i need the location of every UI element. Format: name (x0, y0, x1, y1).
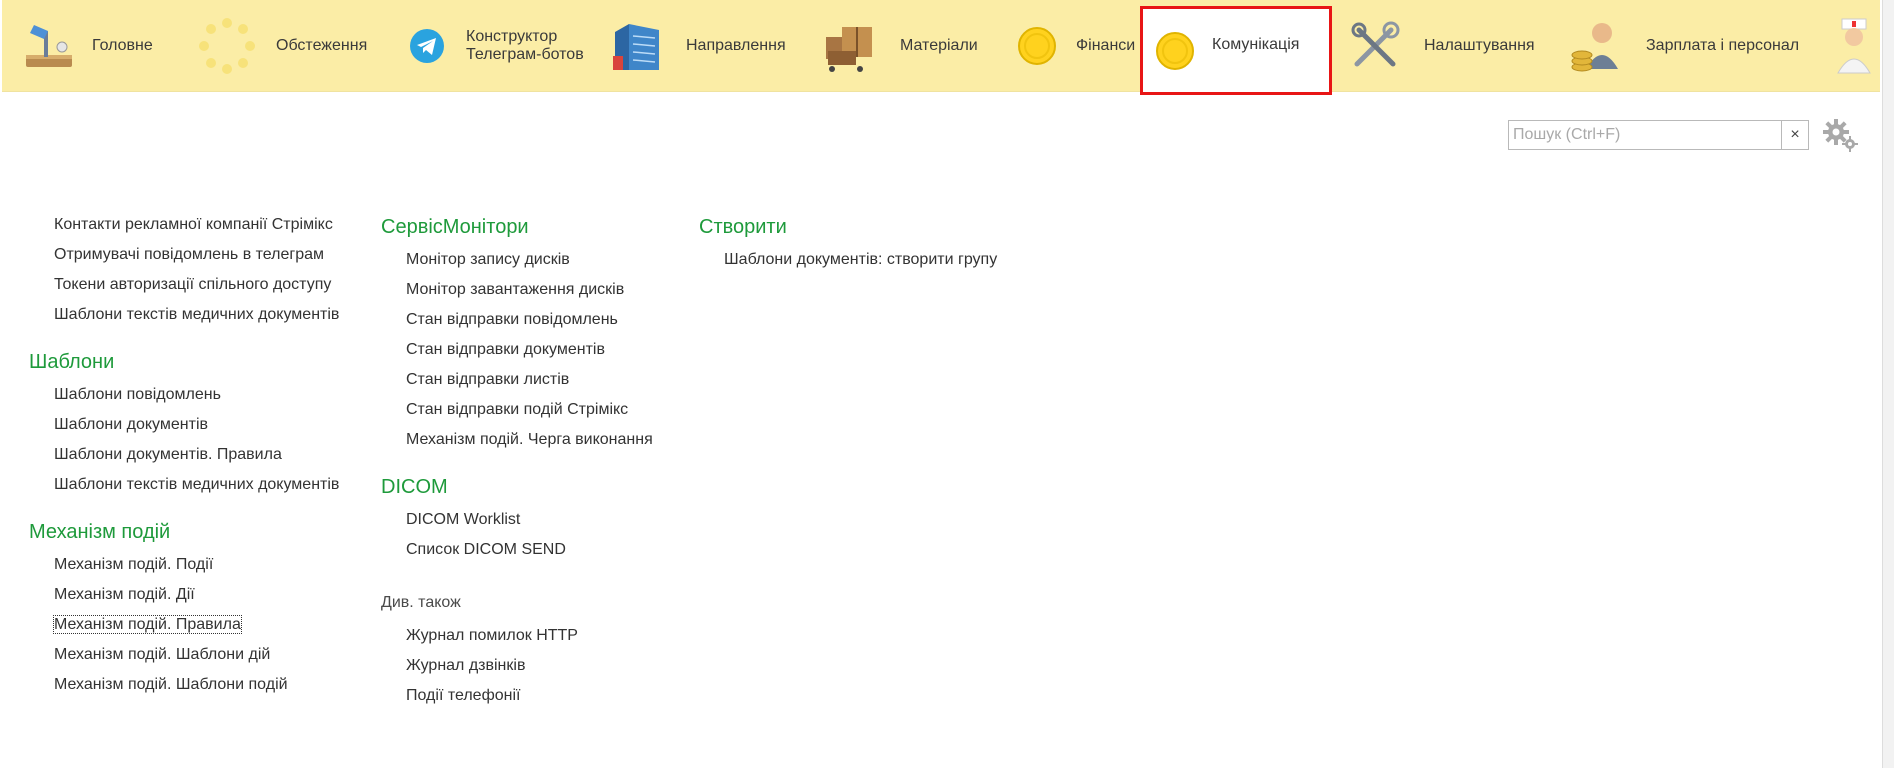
column-1: Контакти рекламної компанії Стрімікс Отр… (29, 210, 339, 700)
group-title-dicom: DICOM (381, 476, 448, 498)
sections-panel: Головне Обстеження Конструктор Телеграм-… (2, 0, 1880, 95)
nav-item-main[interactable]: Головне (20, 0, 153, 92)
link-disk-write-monitor[interactable]: Монітор запису дисків (406, 245, 653, 275)
group-title-event-mechanism: Механізм подій (29, 521, 171, 543)
search-input[interactable] (1509, 121, 1781, 149)
nav-item-telegram-bot-builder[interactable]: Конструктор Телеграм-ботов (398, 0, 596, 92)
nav-item-label: Конструктор Телеграм-ботов (466, 28, 584, 63)
see-also-links: Журнал помилок HTTP Журнал дзвінків Поді… (381, 621, 653, 711)
link-shared-access-tokens[interactable]: Токени авторизації спільного доступу (54, 270, 339, 300)
loading-spinner-icon (198, 17, 256, 75)
boxes-cart-icon (820, 17, 878, 75)
event-mechanism-links: Механізм подій. Події Механізм подій. Ді… (29, 550, 339, 700)
nav-item-label: Налаштування (1424, 37, 1535, 54)
link-message-templates[interactable]: Шаблони повідомлень (54, 380, 339, 410)
link-event-queue[interactable]: Механізм подій. Черга виконання (406, 425, 653, 455)
nav-item-label: Обстеження (276, 37, 368, 54)
nav-item-label: Направлення (686, 37, 786, 54)
link-actions[interactable]: Механізм подій. Дії (54, 580, 339, 610)
column-2: СервісМонітори Монітор запису дисків Мон… (381, 215, 653, 711)
search-box: × (1508, 120, 1809, 150)
nav-item-label: Зарплата і персонал (1646, 37, 1800, 54)
column-3: Створити Шаблони документів: створити гр… (699, 215, 997, 275)
nav-item-label: Матеріали (900, 37, 978, 54)
link-telephony-events[interactable]: Події телефонії (406, 681, 653, 711)
link-medical-text-templates[interactable]: Шаблони текстів медичних документів (54, 300, 339, 330)
nav-item-settings[interactable]: Налаштування (1346, 0, 1535, 92)
nurse-icon (1834, 17, 1874, 75)
link-call-log[interactable]: Журнал дзвінків (406, 651, 653, 681)
templates-links: Шаблони повідомлень Шаблони документів Ш… (29, 380, 339, 500)
link-document-templates[interactable]: Шаблони документів (54, 410, 339, 440)
group-title-service-monitors: СервісМонітори (381, 216, 529, 238)
nav-item-medical-staff[interactable] (1834, 0, 1874, 92)
nav-item-label: Головне (92, 37, 153, 54)
yellow-circle-icon (1008, 17, 1066, 75)
group-title-templates: Шаблони (29, 351, 115, 373)
nav-item-salary-staff[interactable]: Зарплата і персонал (1568, 0, 1799, 92)
link-document-template-rules[interactable]: Шаблони документів. Правила (54, 440, 339, 470)
service-monitors-links: Монітор запису дисків Монітор завантажен… (381, 245, 653, 455)
link-event-templates[interactable]: Механізм подій. Шаблони подій (54, 670, 339, 700)
link-document-send-status[interactable]: Стан відправки документів (406, 335, 653, 365)
nav-item-referrals[interactable]: Направлення (608, 0, 786, 92)
link-action-templates[interactable]: Механізм подій. Шаблони дій (54, 640, 339, 670)
nav-item-finance[interactable]: Фінанси (1008, 0, 1135, 92)
link-http-error-log[interactable]: Журнал помилок HTTP (406, 621, 653, 651)
link-letter-send-status[interactable]: Стан відправки листів (406, 365, 653, 395)
link-streamix-event-send-status[interactable]: Стан відправки подій Стрімікс (406, 395, 653, 425)
dicom-links: DICOM Worklist Список DICOM SEND (381, 505, 653, 565)
link-create-document-template-group[interactable]: Шаблони документів: створити групу (724, 245, 997, 275)
link-dicom-send-list[interactable]: Список DICOM SEND (406, 535, 653, 565)
worker-coins-icon (1568, 17, 1626, 75)
tools-icon (1346, 17, 1404, 75)
ungrouped-links: Контакти рекламної компанії Стрімікс Отр… (29, 210, 339, 330)
vertical-scrollbar[interactable] (1882, 0, 1894, 768)
create-links: Шаблони документів: створити групу (699, 245, 997, 275)
link-dicom-worklist[interactable]: DICOM Worklist (406, 505, 653, 535)
telegram-icon (398, 17, 456, 75)
desk-lamp-icon (20, 17, 78, 75)
nav-item-label: Фінанси (1076, 37, 1136, 54)
yellow-circle-icon (1146, 22, 1204, 80)
nav-item-materials[interactable]: Матеріали (820, 0, 978, 92)
nav-item-communication[interactable]: Комунікація (1140, 6, 1332, 95)
nav-item-label: Комунікація (1212, 35, 1300, 53)
group-title-create: Створити (699, 216, 787, 238)
group-title-see-also: Див. також (381, 594, 461, 611)
link-disk-load-monitor[interactable]: Монітор завантаження дисків (406, 275, 653, 305)
nav-item-examinations[interactable]: Обстеження (198, 0, 367, 92)
link-message-send-status[interactable]: Стан відправки повідомлень (406, 305, 653, 335)
link-streamix-ad-contacts[interactable]: Контакти рекламної компанії Стрімікс (54, 210, 339, 240)
link-rules[interactable]: Механізм подій. Правила (53, 610, 339, 640)
link-events[interactable]: Механізм подій. Події (54, 550, 339, 580)
link-medical-text-templates-2[interactable]: Шаблони текстів медичних документів (54, 470, 339, 500)
settings-gear-icon[interactable] (1822, 118, 1858, 152)
link-telegram-recipients[interactable]: Отримувачі повідомлень в телеграм (54, 240, 339, 270)
clear-search-button[interactable]: × (1781, 121, 1808, 149)
link-rules-label: Механізм подій. Правила (53, 615, 242, 634)
building-icon (608, 17, 666, 75)
